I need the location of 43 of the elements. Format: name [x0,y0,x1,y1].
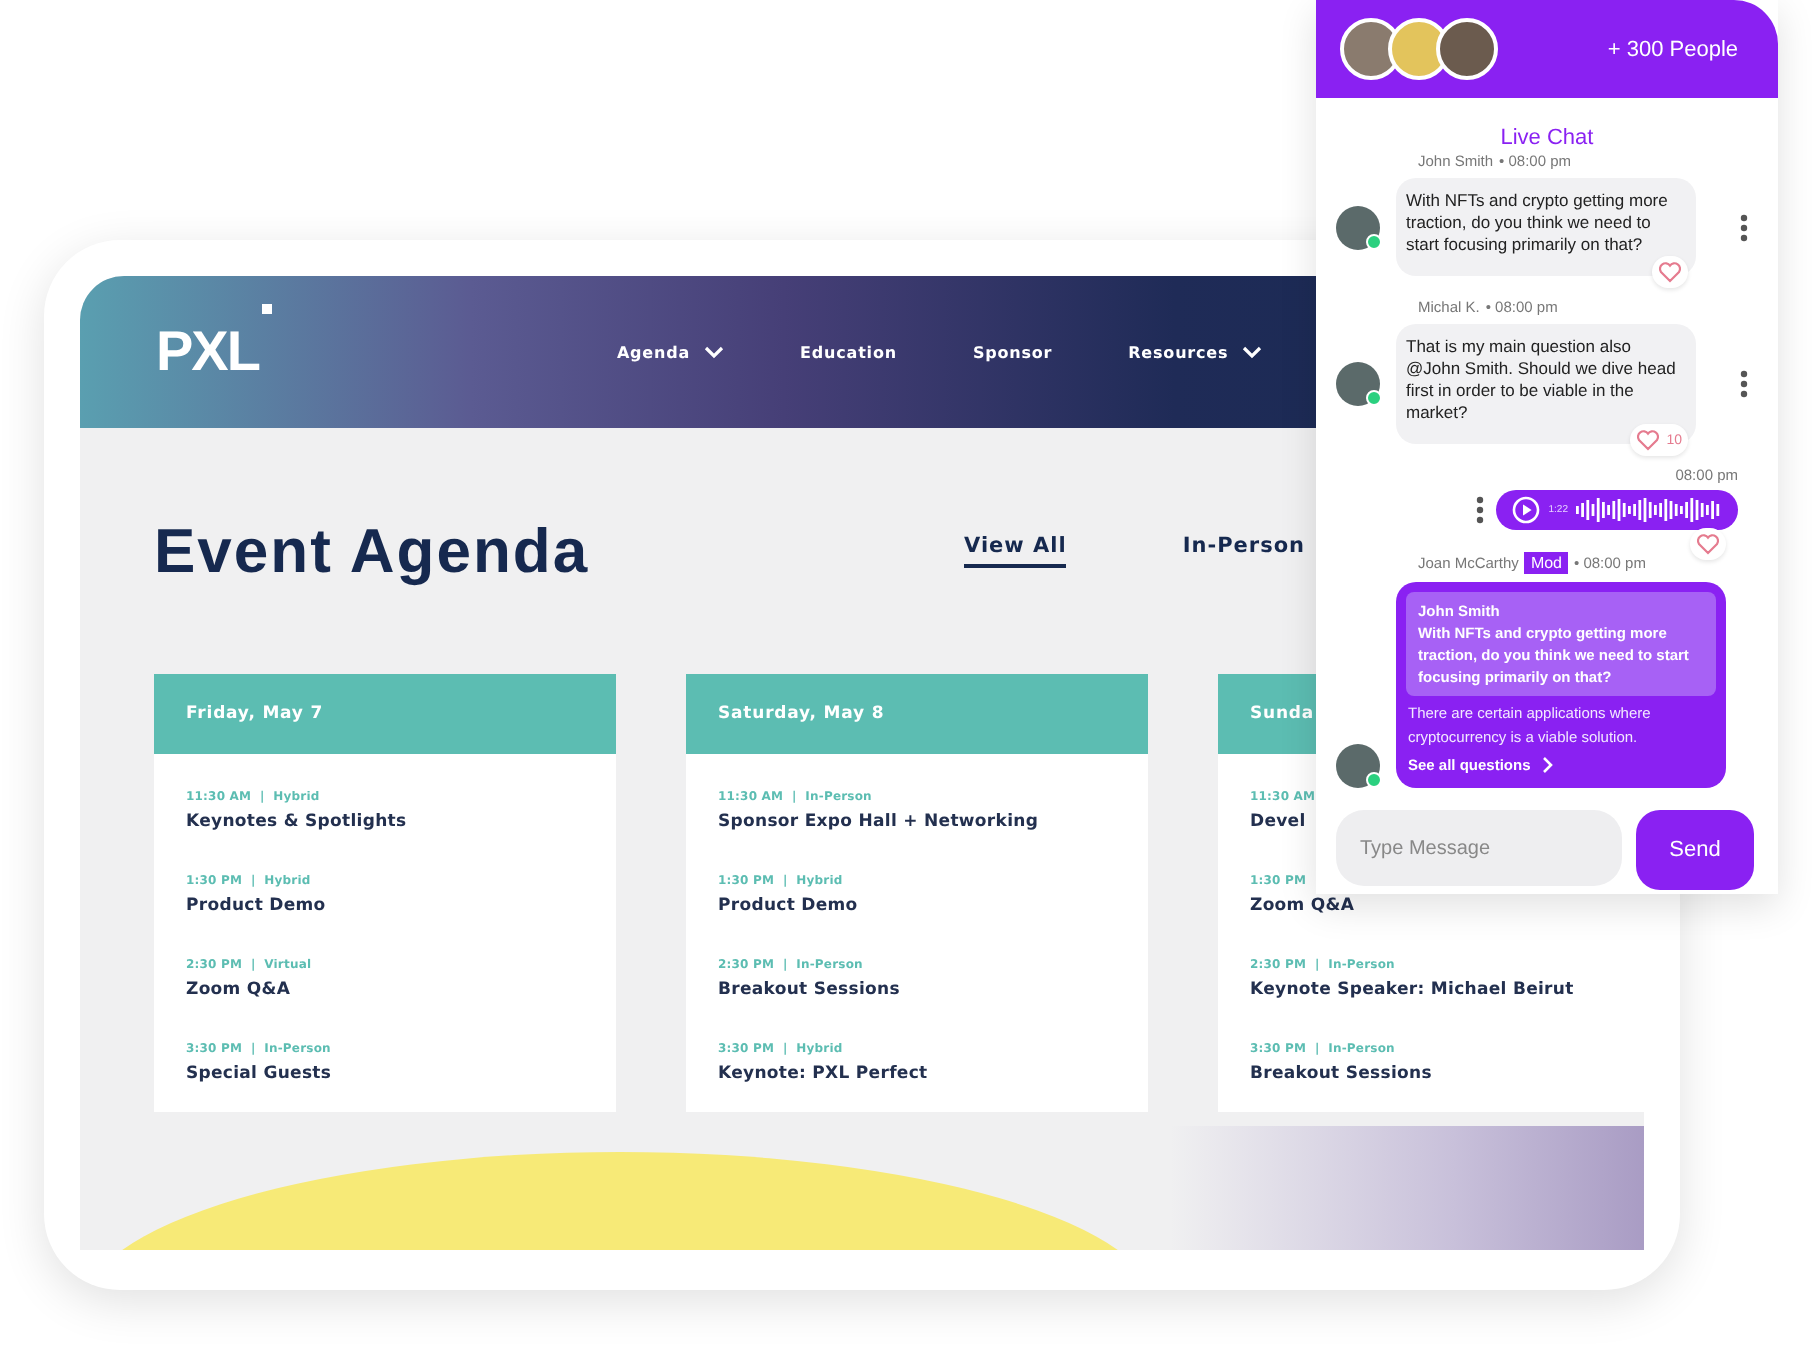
avatar [1336,205,1380,249]
session-title[interactable]: Devel [1250,812,1306,832]
nav-link[interactable]: Sponsor [972,343,1053,361]
session-title[interactable]: Keynotes & Spotlights [186,812,407,832]
more-icon [1740,370,1748,398]
session-title[interactable]: Breakout Sessions [1250,1064,1432,1084]
day-header: Friday, May 7 [154,674,616,754]
session-title[interactable]: Special Guests [186,1064,332,1084]
mod-badge: Mod [1524,552,1568,574]
logo[interactable]: PXL [156,320,259,384]
filter-tab[interactable]: View All [964,534,1067,568]
message-input[interactable]: Type Message [1336,810,1622,886]
heart-icon [1636,428,1661,452]
avatar [1336,362,1380,406]
session-title[interactable]: Sponsor Expo Hall + Networking [718,812,1039,832]
avatar [1336,744,1380,788]
session-title[interactable]: Product Demo [718,896,858,916]
send-button[interactable]: Send [1636,810,1754,890]
page-title: Event Agenda [154,515,592,587]
nav-link[interactable]: Agenda [616,343,725,361]
session-title[interactable]: Breakout Sessions [718,980,900,1000]
play-icon [1512,496,1541,524]
session-title[interactable]: Product Demo [186,896,326,916]
chevron-right-icon [1542,756,1555,774]
heart-icon [1658,260,1682,284]
session-title[interactable]: Zoom Q&A [186,980,291,1000]
session-title[interactable]: Keynote: PXL Perfect [718,1064,928,1084]
more-icon [1476,496,1485,524]
nav-link[interactable]: Education [800,343,897,361]
nav-link[interactable]: Resources [1128,343,1263,361]
like-button[interactable] [1652,256,1688,288]
avatar [1436,18,1498,80]
people-count: + 300 People [1607,37,1738,61]
message-text: With NFTs and crypto getting more traction, do you think we need to start focusing primarily on that? [1406,190,1670,256]
like-button[interactable] [1690,528,1726,560]
heart-icon [1696,532,1720,556]
day-header: Saturday, May 8 [686,674,1148,754]
message-text: That is my main question also @John Smith. Should we dive head first in order to be viable in the market? [1406,336,1678,424]
filter-tab[interactable]: In-Person [1182,534,1306,568]
session-title[interactable]: Keynote Speaker: Michael Beirut [1250,980,1574,1000]
session-title[interactable]: Zoom Q&A [1250,896,1355,916]
chat-title: Live Chat [1498,126,1596,150]
more-icon [1740,213,1748,241]
